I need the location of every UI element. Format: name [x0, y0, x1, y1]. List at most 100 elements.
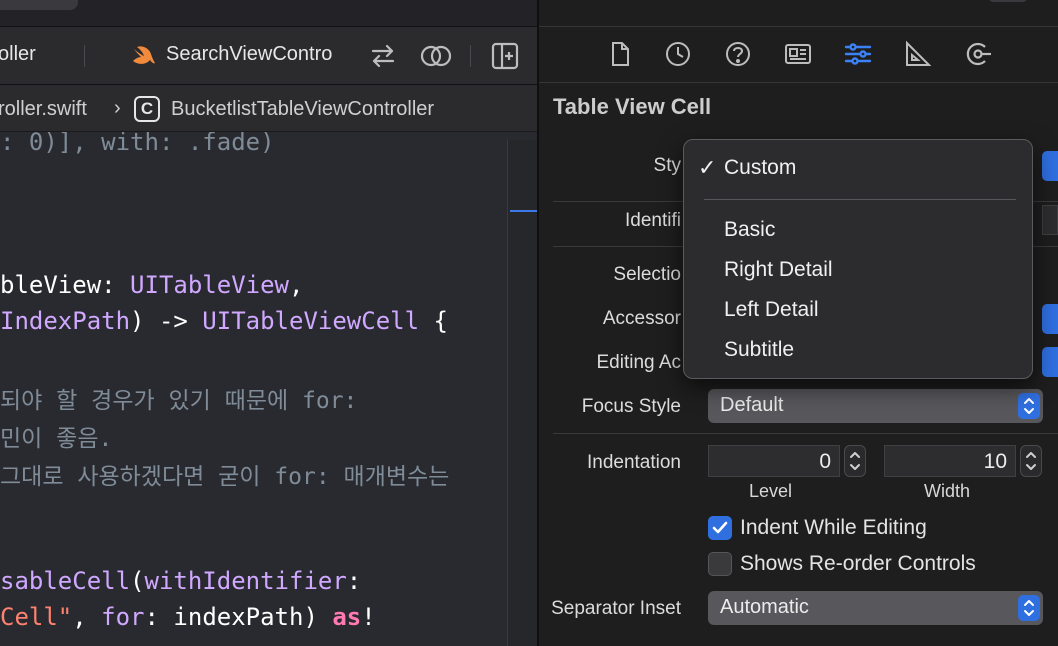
style-label: Sty: [653, 155, 681, 176]
add-split-icon[interactable]: [490, 40, 522, 72]
separator: [553, 433, 1058, 434]
identifier-label: Identifi: [625, 210, 681, 231]
indentation-width-value: 10: [983, 450, 1007, 473]
separator-inset-value: Automatic: [720, 596, 809, 618]
separator-inset-popup[interactable]: Automatic: [708, 591, 1043, 625]
code-line: sableCell(withIdentifier:: [0, 567, 361, 595]
jumpbar-file[interactable]: roller.swift: [0, 98, 87, 121]
style-popup-edge[interactable]: [1042, 151, 1058, 181]
code-token: !: [361, 603, 376, 631]
inspector-tab-bar: [539, 27, 1058, 83]
swap-icon[interactable]: [367, 40, 399, 72]
identity-icon[interactable]: [783, 39, 813, 69]
code-token: bleView:: [0, 271, 131, 299]
style-dropdown-menu: ✓ Custom Basic Right Detail Left Detail …: [683, 139, 1033, 379]
shows-reorder-controls-checkbox[interactable]: [708, 552, 732, 576]
focus-style-popup[interactable]: Default: [708, 389, 1043, 423]
accessory-label: Accessor: [602, 308, 681, 329]
code-line: 그대로 사용하겠다면 굳이 for: 매개변수는: [0, 457, 449, 491]
popup-chevrons-icon: [1018, 595, 1040, 621]
tab-separator: [84, 45, 85, 67]
indentation-level-value: 0: [819, 450, 831, 473]
code-token: sableCell: [0, 567, 131, 595]
code-token: UITableView: [130, 271, 289, 299]
code-token: as: [332, 603, 362, 631]
code-token: : indexPath): [144, 603, 333, 631]
menu-item-right-detail[interactable]: Right Detail: [724, 258, 833, 282]
jumpbar-class[interactable]: BucketlistTableViewController: [171, 98, 434, 121]
minimap[interactable]: [507, 140, 537, 646]
editing-accessory-label: Editing Ac: [596, 352, 682, 373]
code-token: 그대로 사용하겠다면 굳이 for: 매개변수는: [0, 464, 450, 490]
code-token: {: [419, 307, 448, 335]
code-token: : 0)], with: .fade): [0, 132, 275, 156]
code-line: IndexPath) -> UITableViewCell {: [0, 307, 448, 335]
code-token: :: [346, 567, 362, 595]
selection-label: Selectio: [613, 264, 681, 285]
history-icon[interactable]: [663, 39, 693, 69]
section-title: Table View Cell: [553, 94, 712, 119]
code-token: UITableViewCell: [202, 307, 420, 335]
checkmark-icon: ✓: [698, 155, 717, 180]
code-token: ) ->: [130, 307, 203, 335]
code-token: withIdentifier: [144, 567, 347, 595]
code-line: 민이 좋음.: [0, 419, 112, 453]
menu-separator: [704, 199, 1016, 200]
focus-style-label: Focus Style: [581, 396, 681, 417]
code-line: Cell", for: indexPath) as!: [0, 603, 376, 631]
toolbar-pill: [0, 0, 78, 10]
identifier-field-edge[interactable]: [1042, 205, 1058, 235]
shows-reorder-controls-label[interactable]: Shows Re-order Controls: [740, 552, 976, 576]
editing-popup-edge[interactable]: [1042, 347, 1058, 377]
code-line: 되야 할 경우가 있기 때문에 for:: [0, 381, 357, 415]
indent-while-editing-label[interactable]: Indent While Editing: [740, 516, 927, 540]
indentation-level-field[interactable]: 0: [708, 445, 840, 477]
tab-controller[interactable]: oller: [0, 43, 36, 66]
level-stepper-icon[interactable]: [844, 445, 866, 477]
menu-item-custom[interactable]: Custom: [724, 156, 796, 180]
class-badge-icon: C: [134, 96, 160, 122]
code-token: 되야 할 경우가 있기 때문에 for:: [0, 388, 358, 414]
code-token: ,: [289, 271, 304, 299]
toolbar-stub: [989, 0, 1027, 2]
size-icon[interactable]: [902, 39, 932, 69]
toolbar-separator: [470, 45, 471, 67]
jump-bar: roller.swift › C BucketlistTableViewCont…: [0, 86, 537, 132]
inspector-top-strip: [539, 0, 1058, 27]
editor-tab-bar: oller SearchViewContro: [0, 27, 537, 85]
indent-while-editing-checkbox[interactable]: [708, 516, 732, 540]
level-sublabel: Level: [749, 481, 793, 501]
menu-item-basic[interactable]: Basic: [724, 218, 775, 242]
minimap-marker: [510, 210, 537, 212]
menu-item-left-detail[interactable]: Left Detail: [724, 298, 819, 322]
connections-icon[interactable]: [963, 39, 993, 69]
code-token: for: [101, 603, 145, 631]
focus-style-value: Default: [720, 394, 784, 416]
file-icon[interactable]: [605, 39, 635, 69]
menu-item-subtitle[interactable]: Subtitle: [724, 338, 794, 362]
code-line: ll // ... 0 라인에서 ... 으로: [0, 639, 393, 646]
code-token: IndexPath: [0, 307, 131, 335]
code-token: ,: [72, 603, 102, 631]
width-stepper-icon[interactable]: [1020, 445, 1042, 477]
code-token: Cell": [0, 603, 73, 631]
jumpbar-chevron: ›: [114, 97, 121, 119]
indentation-width-field[interactable]: 10: [884, 445, 1016, 477]
separator-inset-label: Separator Inset: [551, 598, 681, 619]
editor-top-strip: [0, 0, 537, 27]
code-editor[interactable]: oller SearchViewContro roller.swift › C …: [0, 0, 537, 646]
swift-file-icon: [128, 41, 160, 73]
help-icon[interactable]: [723, 39, 753, 69]
code-area[interactable]: : 0)], with: .fade) bleView: UITableView…: [0, 132, 507, 646]
popup-chevrons-icon: [1018, 393, 1040, 419]
code-line: bleView: UITableView,: [0, 271, 303, 299]
width-sublabel: Width: [924, 481, 971, 501]
attributes-icon[interactable]: [843, 39, 873, 69]
tab-search-view-controller[interactable]: SearchViewContro: [166, 43, 332, 66]
venn-icon[interactable]: [419, 40, 452, 72]
code-line: : 0)], with: .fade): [0, 132, 275, 156]
code-token: (: [130, 567, 145, 595]
code-token: 민이 좋음.: [0, 426, 113, 452]
accessory-popup-edge[interactable]: [1042, 304, 1058, 334]
indentation-label: Indentation: [586, 452, 681, 473]
